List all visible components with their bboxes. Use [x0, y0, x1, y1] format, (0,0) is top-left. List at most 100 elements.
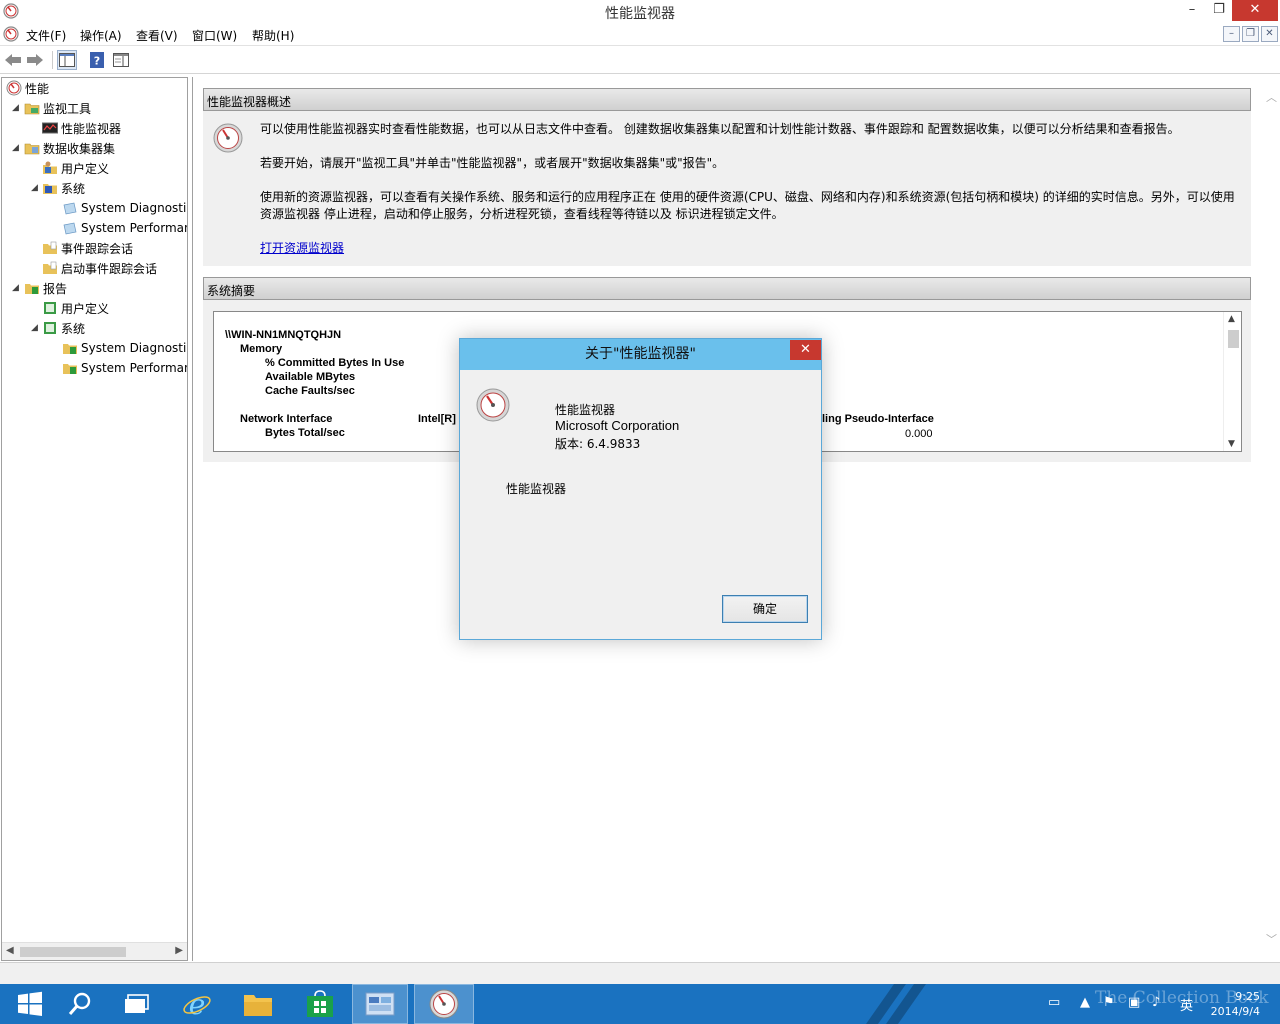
overview-header: 性能监视器概述: [203, 88, 1251, 111]
tree-item-label: 用户定义: [61, 301, 110, 316]
back-button[interactable]: [3, 50, 23, 70]
open-resource-monitor-link[interactable]: 打开资源监视器: [260, 240, 344, 257]
tree-item-system-diagnostics[interactable]: System Diagnostics: [62, 198, 188, 218]
tree-item-system[interactable]: 系统: [42, 178, 85, 198]
scroll-down-icon[interactable]: ﹀: [1266, 931, 1277, 947]
menu-bar: 文件(F) 操作(A) 查看(V) 窗口(W) 帮助(H) – ❐ ✕: [0, 23, 1280, 46]
summary-header: 系统摘要: [203, 277, 1251, 300]
toolbar-separator: [52, 51, 53, 69]
report-folder-icon: [63, 364, 77, 374]
dialog-title: 关于"性能监视器": [460, 339, 821, 370]
internet-explorer-icon: e: [183, 989, 211, 1019]
tree-item-data-collector-sets[interactable]: 数据收集器集: [24, 138, 115, 158]
expand-arrow-icon[interactable]: ◢: [12, 283, 19, 293]
mdi-close-button[interactable]: ✕: [1261, 26, 1278, 42]
expand-arrow-icon[interactable]: ◢: [31, 183, 38, 193]
scroll-left-icon[interactable]: ◀: [6, 945, 14, 956]
tree-item-reports-system-diagnostics[interactable]: System Diagnostics: [62, 338, 188, 358]
tree-item-user-defined[interactable]: 用户定义: [42, 158, 109, 178]
tree-item-system-performance[interactable]: System Performance: [62, 218, 187, 238]
system-folder-icon: [43, 184, 57, 194]
toolbar: ?: [0, 47, 1280, 74]
svg-text:e: e: [189, 989, 206, 1019]
status-bar: [0, 962, 1280, 984]
file-explorer-button[interactable]: [228, 984, 288, 1024]
scrollbar-thumb[interactable]: [1228, 330, 1239, 348]
server-manager-icon: [365, 992, 395, 1016]
tree-item-reports-system[interactable]: 系统: [42, 318, 85, 338]
show-hide-console-tree-button[interactable]: [57, 50, 77, 70]
ok-button[interactable]: 确定: [722, 595, 808, 623]
trace-folder-icon: [43, 261, 57, 274]
menu-window[interactable]: 窗口(W): [190, 26, 239, 45]
tree-item-monitoring-tools[interactable]: 监视工具: [24, 98, 91, 118]
dialog-close-button[interactable]: ✕: [790, 340, 821, 360]
mdi-restore-button[interactable]: ❐: [1242, 26, 1259, 42]
scroll-down-icon[interactable]: ▼: [1228, 439, 1235, 449]
expand-arrow-icon[interactable]: ◢: [31, 323, 38, 333]
user-folder-icon: [43, 161, 57, 174]
show-hide-action-pane-button[interactable]: [111, 50, 131, 70]
counter-cache-faults: Cache Faults/sec: [265, 385, 355, 397]
perfmon-taskbar-button[interactable]: [414, 984, 474, 1024]
tree-item-perfmon[interactable]: 性能监视器: [42, 118, 121, 138]
tree-item-label: 监视工具: [43, 101, 92, 116]
tree-item-reports-system-performance[interactable]: System Performance: [62, 358, 187, 378]
counter-value: 0.000: [905, 428, 933, 440]
menu-file[interactable]: 文件(F): [24, 26, 68, 45]
menu-help[interactable]: 帮助(H): [250, 26, 296, 45]
scroll-up-icon[interactable]: ︿: [1266, 89, 1277, 105]
scrollbar-thumb[interactable]: [20, 947, 126, 957]
tree-item-event-trace-sessions[interactable]: 事件跟踪会话: [42, 238, 133, 258]
tree-item-label: System Performance: [81, 221, 187, 235]
tree-item-reports[interactable]: 报告: [24, 278, 67, 298]
report-icon: [44, 322, 56, 334]
network-instance-2: ling Pseudo-Interface: [822, 413, 934, 425]
overview-paragraph-3: 使用新的资源监视器，可以查看有关操作系统、服务和运行的应用程序正在 使用的硬件资…: [260, 190, 1235, 221]
expand-arrow-icon[interactable]: ◢: [12, 143, 19, 153]
help-icon: ?: [90, 52, 104, 68]
volume-icon[interactable]: ♪: [1152, 995, 1160, 1010]
clock[interactable]: 9:25 2014/9/4: [1211, 989, 1260, 1019]
forward-button[interactable]: [25, 50, 45, 70]
system-menu-icon[interactable]: [3, 26, 19, 45]
internet-explorer-button[interactable]: e: [167, 984, 227, 1024]
main-vertical-scrollbar[interactable]: ︿ ﹀: [1262, 77, 1280, 959]
tree-item-label: System Diagnostics: [81, 341, 188, 355]
tree-item-startup-event-trace-sessions[interactable]: 启动事件跟踪会话: [42, 258, 157, 278]
counter-bytes-total: Bytes Total/sec: [265, 427, 345, 439]
action-center-icon[interactable]: ▭: [1048, 995, 1060, 1010]
tree-item-reports-user-defined[interactable]: 用户定义: [42, 298, 109, 318]
tree-item-label: System Diagnostics: [81, 201, 188, 215]
expand-arrow-icon[interactable]: ◢: [12, 103, 19, 113]
tree-horizontal-scrollbar[interactable]: ◀ ▶: [2, 942, 187, 960]
summary-vertical-scrollbar[interactable]: ▲ ▼: [1223, 312, 1241, 451]
mdi-minimize-button[interactable]: –: [1223, 26, 1240, 42]
tree-item-label: 事件跟踪会话: [61, 241, 134, 256]
collector-set-icon: [63, 202, 77, 215]
menu-action[interactable]: 操作(A): [78, 26, 124, 45]
back-arrow-icon: [5, 54, 21, 66]
ime-indicator[interactable]: 英: [1180, 995, 1193, 1014]
counter-committed-bytes: % Committed Bytes In Use: [265, 357, 405, 369]
store-button[interactable]: [290, 984, 350, 1024]
network-icon[interactable]: ▣: [1128, 995, 1140, 1010]
server-manager-button[interactable]: [352, 984, 408, 1024]
task-view-icon: [125, 994, 149, 1013]
tree-item-label: System Performance: [81, 361, 187, 375]
restore-button[interactable]: ❐: [1206, 0, 1232, 21]
tree-item-label: 用户定义: [61, 161, 110, 176]
search-button[interactable]: [50, 984, 110, 1024]
close-button[interactable]: ✕: [1232, 0, 1278, 21]
flag-icon[interactable]: ⚑: [1103, 995, 1115, 1010]
perfmon-gauge-icon: [213, 123, 243, 153]
task-view-button[interactable]: [107, 984, 167, 1024]
minimize-button[interactable]: –: [1178, 0, 1206, 21]
show-hidden-icons-icon[interactable]: ▲: [1080, 995, 1090, 1010]
perfmon-icon: [6, 80, 22, 96]
help-button[interactable]: ?: [87, 50, 107, 70]
tree-item-performance[interactable]: 性能: [6, 78, 49, 98]
menu-view[interactable]: 查看(V): [134, 26, 180, 45]
scroll-up-icon[interactable]: ▲: [1228, 314, 1235, 324]
scroll-right-icon[interactable]: ▶: [175, 945, 183, 956]
